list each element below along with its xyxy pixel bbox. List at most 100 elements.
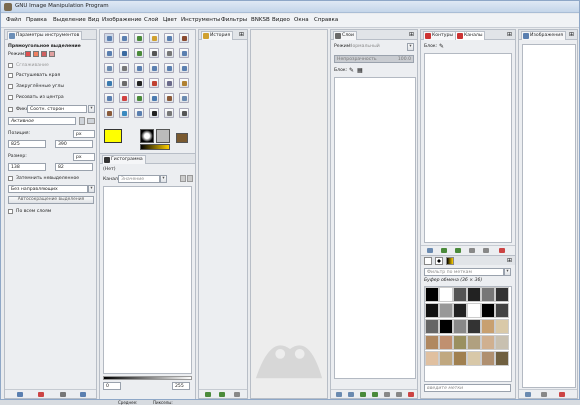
pattern-preview-icon[interactable] xyxy=(156,129,170,143)
brush-preview-icon[interactable] xyxy=(140,129,154,143)
new-display-icon[interactable] xyxy=(541,392,547,397)
foreground-color-swatch[interactable] xyxy=(104,129,122,143)
brushes-tab-icon[interactable] xyxy=(424,257,432,265)
brush-item[interactable] xyxy=(425,287,439,302)
feather-checkbox[interactable] xyxy=(8,73,13,78)
new-channel-icon[interactable] xyxy=(427,248,433,253)
channel-to-selection-icon[interactable] xyxy=(483,248,489,253)
brush-item[interactable] xyxy=(439,303,453,318)
brush-item[interactable] xyxy=(453,319,467,334)
anchor-layer-icon[interactable] xyxy=(396,392,402,397)
channels-menu-icon[interactable]: ⊞ xyxy=(507,31,512,38)
brush-item[interactable] xyxy=(495,319,509,334)
layers-list[interactable] xyxy=(334,77,416,379)
shear-tool-icon[interactable] xyxy=(164,63,174,73)
levels-tool-icon[interactable] xyxy=(179,108,189,118)
position-x-input[interactable]: 825 xyxy=(8,140,46,148)
undo-icon[interactable] xyxy=(205,392,211,397)
restore-options-icon[interactable] xyxy=(38,392,44,397)
size-width-input[interactable]: 138 xyxy=(8,163,46,171)
fixed-dropdown-arrow[interactable]: ▾ xyxy=(88,105,95,113)
brush-item[interactable] xyxy=(495,335,509,350)
autoshrink-button[interactable]: Автосокращение выделения xyxy=(8,196,94,204)
delete-image-icon[interactable] xyxy=(559,392,565,397)
clear-history-icon[interactable] xyxy=(234,392,240,397)
linear-scale-icon[interactable] xyxy=(180,175,186,182)
delete-channel-icon[interactable] xyxy=(499,248,505,253)
position-unit-select[interactable]: px xyxy=(73,130,95,138)
tab-tool-options[interactable]: Параметры инструментов xyxy=(7,31,83,40)
raise-layer-icon[interactable] xyxy=(360,392,366,397)
delete-layer-icon[interactable] xyxy=(408,392,414,397)
new-layer-group-icon[interactable] xyxy=(348,392,354,397)
histogram-canvas[interactable] xyxy=(103,186,192,374)
position-y-input[interactable]: 390 xyxy=(55,140,93,148)
brush-item[interactable] xyxy=(467,335,481,350)
mode-replace-icon[interactable] xyxy=(25,51,31,57)
expand-center-checkbox[interactable] xyxy=(8,95,13,100)
smudge-tool-icon[interactable] xyxy=(134,108,144,118)
channel-lock-icon[interactable]: ✎ xyxy=(439,43,444,50)
brush-item[interactable] xyxy=(495,351,509,366)
tab-images[interactable]: Изображения xyxy=(521,31,566,40)
brush-item[interactable] xyxy=(453,287,467,302)
menu-help[interactable]: Справка xyxy=(314,17,338,23)
paintbrush-tool-icon[interactable] xyxy=(104,93,114,103)
brush-tag-filter[interactable]: Фильтр по меткам xyxy=(424,268,504,276)
perspective-clone-tool-icon[interactable] xyxy=(104,108,114,118)
menu-select[interactable]: Выделение xyxy=(53,17,86,23)
foreground-select-tool-icon[interactable] xyxy=(104,48,114,58)
mode-add-icon[interactable] xyxy=(33,51,39,57)
patterns-tab-icon[interactable] xyxy=(435,257,443,265)
menu-tools[interactable]: Инструменты xyxy=(181,17,220,23)
brush-item[interactable] xyxy=(481,287,495,302)
channel-dropdown-arrow[interactable]: ▾ xyxy=(160,175,167,183)
guides-dropdown-arrow[interactable]: ▾ xyxy=(88,185,95,193)
range-low-input[interactable]: 0 xyxy=(103,382,121,390)
brush-item[interactable] xyxy=(439,351,453,366)
color-picker-tool-icon[interactable] xyxy=(134,48,144,58)
menu-colors[interactable]: Цвет xyxy=(163,17,177,23)
menu-bnksb[interactable]: BNKSB xyxy=(251,17,270,23)
brush-item[interactable] xyxy=(481,335,495,350)
menu-layer[interactable]: Слой xyxy=(144,17,158,23)
tab-layers[interactable]: Слои xyxy=(333,31,357,40)
delete-options-icon[interactable] xyxy=(60,392,66,397)
brush-item[interactable] xyxy=(425,319,439,334)
brush-item[interactable] xyxy=(453,303,467,318)
image-canvas-area[interactable] xyxy=(250,29,328,399)
ellipse-select-tool-icon[interactable] xyxy=(119,33,129,43)
brush-item[interactable] xyxy=(481,319,495,334)
new-layer-icon[interactable] xyxy=(336,392,342,397)
layer-mode-select[interactable]: Нормальный xyxy=(349,44,380,49)
brush-item[interactable] xyxy=(467,287,481,302)
lower-layer-icon[interactable] xyxy=(372,392,378,397)
zoom-tool-icon[interactable] xyxy=(149,48,159,58)
history-menu-icon[interactable]: ⊞ xyxy=(239,31,244,38)
merged-checkbox[interactable] xyxy=(8,209,13,214)
lower-channel-icon[interactable] xyxy=(455,248,461,253)
channels-list[interactable] xyxy=(424,53,512,243)
tab-history[interactable]: История xyxy=(201,31,234,40)
brush-item[interactable] xyxy=(453,351,467,366)
brush-item[interactable] xyxy=(425,303,439,318)
fixed-mode-select[interactable]: Соотн. сторон xyxy=(27,105,87,113)
images-list[interactable] xyxy=(522,44,576,388)
duplicate-layer-icon[interactable] xyxy=(384,392,390,397)
menu-edit[interactable]: Правка xyxy=(26,17,47,23)
image-preview-icon[interactable] xyxy=(176,133,188,143)
range-high-input[interactable]: 255 xyxy=(172,382,190,390)
dodge-burn-tool-icon[interactable] xyxy=(149,108,159,118)
menu-video[interactable]: Видео xyxy=(272,17,290,23)
brush-item[interactable] xyxy=(453,335,467,350)
blend-tool-icon[interactable] xyxy=(164,78,174,88)
mode-intersect-icon[interactable] xyxy=(49,51,55,57)
brush-grid[interactable] xyxy=(424,286,512,382)
menu-view[interactable]: Вид xyxy=(88,17,99,23)
tab-paths[interactable]: Контуры xyxy=(423,31,457,40)
menu-file[interactable]: Файл xyxy=(6,17,21,23)
brush-item[interactable] xyxy=(467,319,481,334)
scale-tool-icon[interactable] xyxy=(149,63,159,73)
rotate-tool-icon[interactable] xyxy=(134,63,144,73)
flip-tool-icon[interactable] xyxy=(104,78,114,88)
